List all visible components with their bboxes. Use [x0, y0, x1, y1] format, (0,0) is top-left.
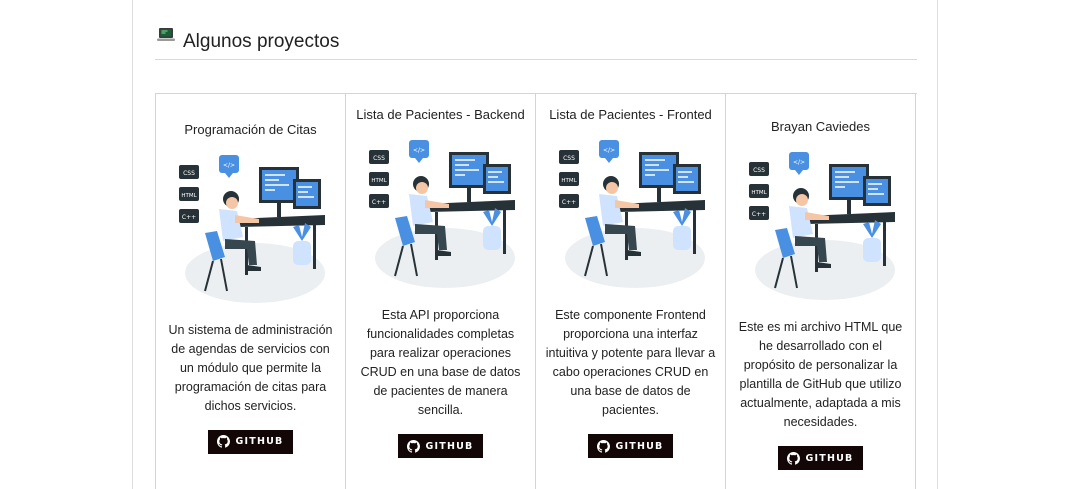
project-card: Lista de Pacientes - Fronted CSS HTML C+… [536, 94, 726, 489]
html-tag: HTML [751, 190, 767, 196]
github-button[interactable]: GITHUB [207, 429, 294, 454]
github-button[interactable]: GITHUB [777, 446, 864, 470]
project-description: Este es mi archivo HTML que he desarroll… [738, 320, 903, 429]
css-tag: CSS [373, 155, 385, 162]
github-icon [216, 435, 230, 448]
project-description: Esta API proporciona funcionalidades com… [360, 308, 521, 417]
github-button[interactable]: GITHUB [397, 434, 484, 458]
developer-illustration: CSS HTML C++ </> [368, 140, 515, 288]
projects-grid: Programación de Citas CSS HTML C++ </> U… [155, 93, 917, 489]
github-button[interactable]: GITHUB [587, 434, 674, 458]
cpp-tag: C++ [181, 214, 195, 221]
cpp-tag: C++ [371, 199, 385, 206]
project-card: Lista de Pacientes - Backend CSS HTML C+… [346, 94, 536, 489]
github-button-label: GITHUB [805, 452, 854, 464]
project-description: Un sistema de administración de agendas … [168, 322, 333, 413]
project-card: Programación de Citas CSS HTML C++ </> U… [156, 94, 346, 489]
code-tag: </> [602, 147, 614, 154]
github-icon [786, 451, 800, 465]
html-tag: HTML [371, 178, 387, 184]
section-header: Algunos proyectos [155, 26, 917, 60]
github-button-label: GITHUB [235, 436, 284, 447]
code-tag: </> [412, 147, 424, 154]
developer-illustration: CSS HTML C++ </> [558, 140, 705, 288]
laptop-icon [157, 28, 175, 41]
project-description: Este componente Frontend proporciona una… [545, 308, 716, 417]
github-icon [406, 439, 420, 453]
developer-illustration: CSS HTML C++ </> [748, 152, 895, 300]
html-tag: HTML [181, 193, 197, 199]
github-button-label: GITHUB [425, 440, 474, 452]
css-tag: CSS [563, 155, 575, 162]
project-card: Brayan Caviedes CSS HTML C++ </> Este es… [726, 94, 916, 489]
code-tag: </> [792, 159, 804, 166]
css-tag: CSS [183, 170, 195, 177]
github-button-label: GITHUB [615, 440, 664, 452]
page-container: Algunos proyectos Programación de Citas … [132, 0, 938, 489]
cpp-tag: C++ [561, 199, 575, 206]
project-title: Brayan Caviedes [771, 119, 870, 134]
developer-illustration: CSS HTML C++ </> [178, 154, 325, 303]
section-title: Algunos proyectos [183, 31, 340, 52]
project-title: Lista de Pacientes - Fronted [549, 107, 712, 122]
project-title: Lista de Pacientes - Backend [356, 107, 525, 122]
github-icon [596, 439, 610, 453]
html-tag: HTML [561, 178, 577, 184]
css-tag: CSS [753, 167, 765, 174]
code-tag: </> [222, 162, 234, 169]
project-title: Programación de Citas [184, 121, 317, 137]
cpp-tag: C++ [751, 211, 765, 218]
